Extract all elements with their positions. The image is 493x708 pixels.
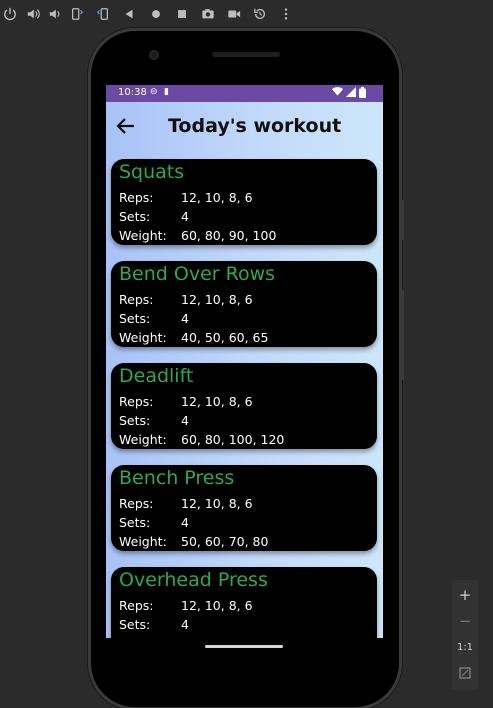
reps-value: 12, 10, 8, 6: [181, 598, 253, 613]
exercise-card[interactable]: Overhead Press Reps: 12, 10, 8, 6 Sets: …: [111, 567, 377, 638]
screenshot-icon[interactable]: [198, 4, 218, 24]
actual-size-button[interactable]: 1:1: [452, 635, 478, 659]
exercise-card[interactable]: Bench Press Reps: 12, 10, 8, 6 Sets: 4 W…: [111, 465, 377, 551]
reps-label: Reps:: [119, 598, 154, 613]
more-icon[interactable]: [276, 4, 296, 24]
zoom-controls: + − 1:1: [452, 580, 478, 690]
sets-label: Sets:: [119, 413, 151, 428]
sets-label: Sets:: [119, 515, 151, 530]
back-icon[interactable]: [119, 4, 139, 24]
exercise-card[interactable]: Squats Reps: 12, 10, 8, 6 Sets: 4 Weight…: [111, 159, 377, 245]
volume-down-icon[interactable]: [45, 4, 65, 24]
snapshot-icon[interactable]: [250, 4, 270, 24]
home-icon[interactable]: [146, 4, 166, 24]
weight-label: Weight:: [119, 432, 167, 447]
weight-value: 40, 50, 60, 65: [181, 330, 269, 345]
reps-label: Reps:: [119, 394, 154, 409]
weight-value: 60, 80, 100, 120: [181, 432, 285, 447]
reps-value: 12, 10, 8, 6: [181, 292, 253, 307]
exercise-name: Overhead Press: [119, 569, 268, 591]
zoom-in-button[interactable]: +: [452, 583, 478, 607]
signal-icon: [346, 87, 356, 100]
weight-label: Weight:: [119, 534, 167, 549]
reps-value: 12, 10, 8, 6: [181, 394, 253, 409]
device-power-button: [401, 200, 404, 240]
exercise-card[interactable]: Bend Over Rows Reps: 12, 10, 8, 6 Sets: …: [111, 261, 377, 347]
exercise-name: Bench Press: [119, 467, 235, 489]
reps-value: 12, 10, 8, 6: [181, 190, 253, 205]
volume-up-icon[interactable]: [23, 4, 43, 24]
device-volume-button: [401, 290, 404, 380]
app-screen: 10:38 ⊖ ▮ Today's workout Squats Reps: 1…: [106, 85, 383, 638]
sets-value: 4: [181, 413, 189, 428]
sets-value: 4: [181, 311, 189, 326]
reps-label: Reps:: [119, 292, 154, 307]
weight-label: Weight:: [119, 228, 167, 243]
sets-value: 4: [181, 515, 189, 530]
overview-icon[interactable]: [172, 4, 192, 24]
sd-card-icon: ▮: [164, 87, 169, 97]
reps-label: Reps:: [119, 190, 154, 205]
sets-label: Sets:: [119, 311, 151, 326]
exercise-name: Squats: [119, 161, 185, 183]
back-arrow-icon[interactable]: [114, 114, 138, 138]
emulator-toolbar: [0, 0, 493, 28]
power-icon[interactable]: [0, 4, 20, 24]
fit-screen-icon[interactable]: [452, 661, 478, 685]
battery-icon: [359, 87, 366, 101]
reps-value: 12, 10, 8, 6: [181, 496, 253, 511]
wifi-icon: [332, 87, 343, 100]
status-time: 10:38: [118, 87, 147, 98]
app-bar: Today's workout: [106, 102, 383, 150]
earpiece-speaker: [212, 52, 280, 57]
sets-label: Sets:: [119, 617, 151, 632]
weight-label: Weight:: [119, 330, 167, 345]
exercise-name: Deadlift: [119, 365, 194, 387]
rotate-right-icon[interactable]: [93, 4, 113, 24]
page-title: Today's workout: [168, 115, 342, 137]
sets-value: 4: [181, 617, 189, 632]
exercise-name: Bend Over Rows: [119, 263, 276, 285]
dnd-icon: ⊖: [150, 87, 158, 97]
rotate-left-icon[interactable]: [67, 4, 87, 24]
sets-value: 4: [181, 209, 189, 224]
gesture-nav-bar[interactable]: [205, 645, 283, 648]
zoom-out-button[interactable]: −: [452, 609, 478, 633]
weight-value: 60, 80, 90, 100: [181, 228, 277, 243]
sets-label: Sets:: [119, 209, 151, 224]
reps-label: Reps:: [119, 496, 154, 511]
front-camera: [149, 50, 159, 60]
screen-record-icon[interactable]: [224, 4, 244, 24]
exercise-card[interactable]: Deadlift Reps: 12, 10, 8, 6 Sets: 4 Weig…: [111, 363, 377, 449]
status-bar: 10:38 ⊖ ▮: [106, 85, 383, 102]
weight-value: 50, 60, 70, 80: [181, 534, 269, 549]
